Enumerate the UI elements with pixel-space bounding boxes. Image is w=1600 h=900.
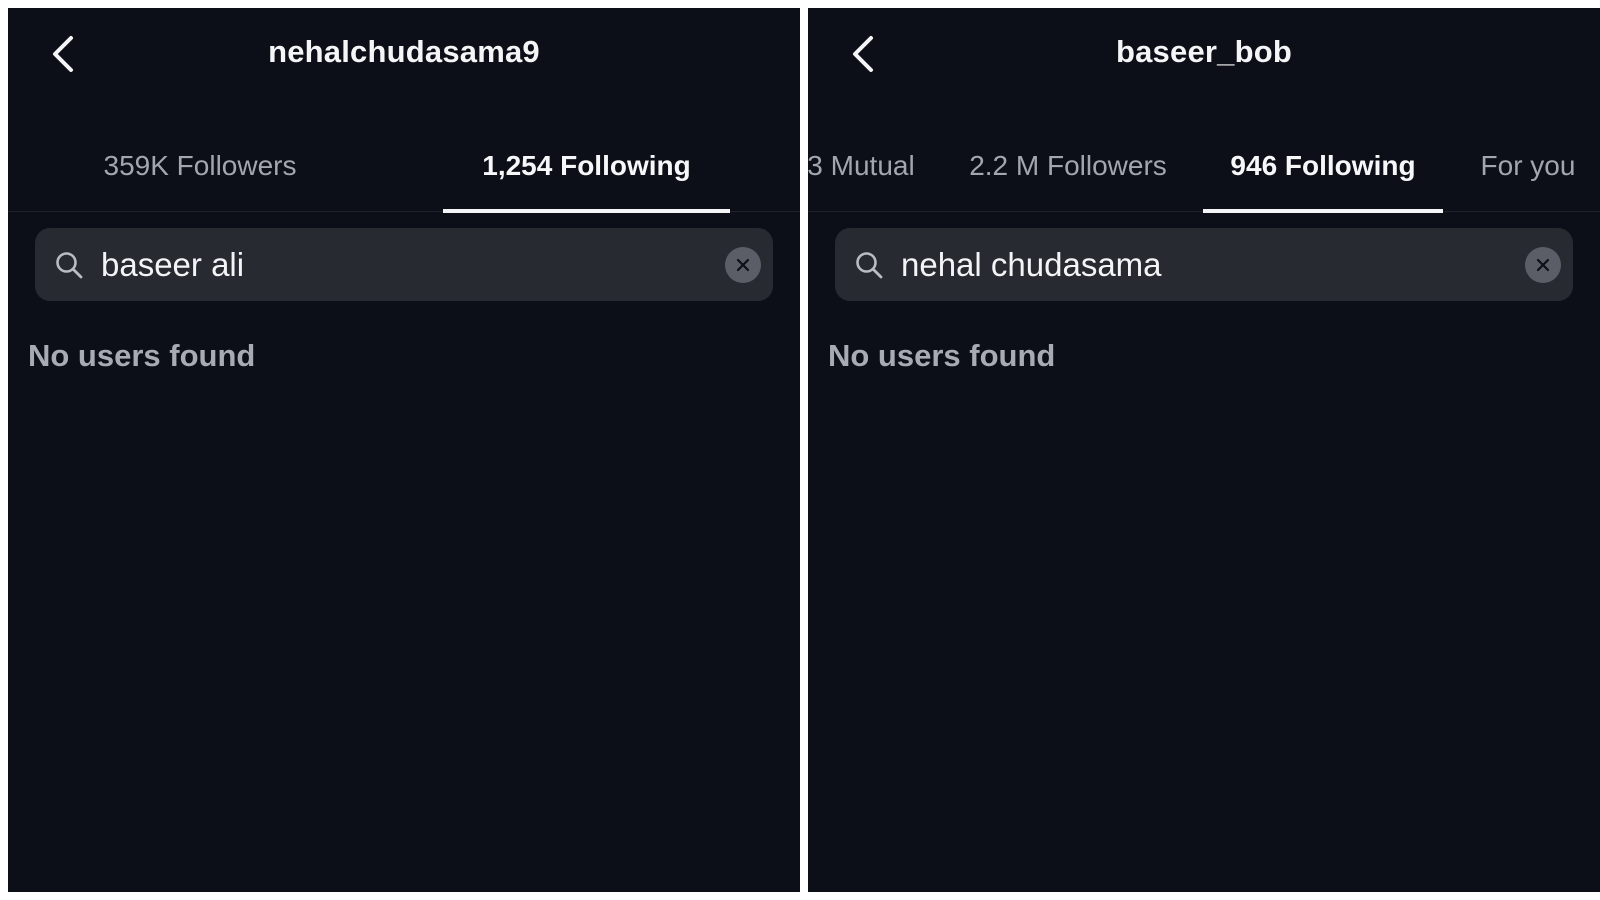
tab-followers[interactable]: 359K Followers: [71, 128, 329, 212]
close-icon: [736, 258, 750, 272]
close-icon: [1536, 258, 1550, 272]
tab-mutual[interactable]: 3 Mutual: [808, 128, 931, 212]
header: baseer_bob: [808, 8, 1600, 100]
tab-for-you[interactable]: For you: [1463, 128, 1593, 212]
active-tab-indicator: [1203, 209, 1443, 213]
tab-label: 2.2 M Followers: [969, 150, 1167, 181]
search-input[interactable]: [101, 234, 701, 295]
page-title: nehalchudasama9: [268, 34, 540, 69]
tab-bar: 3 Mutual 2.2 M Followers 946 Following F…: [808, 128, 1600, 213]
following-panel-left: nehalchudasama9 359K Followers 1,254 Fol…: [8, 8, 800, 892]
page-title: baseer_bob: [1115, 34, 1292, 69]
tab-following[interactable]: 1,254 Following: [443, 128, 730, 213]
active-tab-indicator: [443, 209, 730, 213]
search-bar: [35, 228, 773, 301]
search-input[interactable]: [901, 234, 1501, 295]
search-bar: [835, 228, 1573, 301]
search-icon: [856, 251, 883, 278]
search-icon: [56, 251, 83, 278]
tab-label: 946 Following: [1230, 150, 1416, 181]
screenshot-collage: nehalchudasama9 359K Followers 1,254 Fol…: [0, 0, 1600, 900]
clear-search-button[interactable]: [725, 247, 761, 283]
tab-label: 359K Followers: [103, 150, 297, 181]
tab-bar: 359K Followers 1,254 Following: [8, 128, 800, 213]
tab-following[interactable]: 946 Following: [1203, 128, 1443, 213]
empty-state-message: No users found: [28, 338, 256, 373]
tab-followers[interactable]: 2.2 M Followers: [948, 128, 1188, 212]
tab-label: 3 Mutual: [808, 150, 915, 181]
following-panel-right: baseer_bob 3 Mutual 2.2 M Followers 946 …: [808, 8, 1600, 892]
header: nehalchudasama9: [8, 8, 800, 100]
tab-label: For you: [1480, 150, 1576, 181]
empty-state-message: No users found: [828, 338, 1056, 373]
clear-search-button[interactable]: [1525, 247, 1561, 283]
tab-label: 1,254 Following: [482, 150, 691, 181]
